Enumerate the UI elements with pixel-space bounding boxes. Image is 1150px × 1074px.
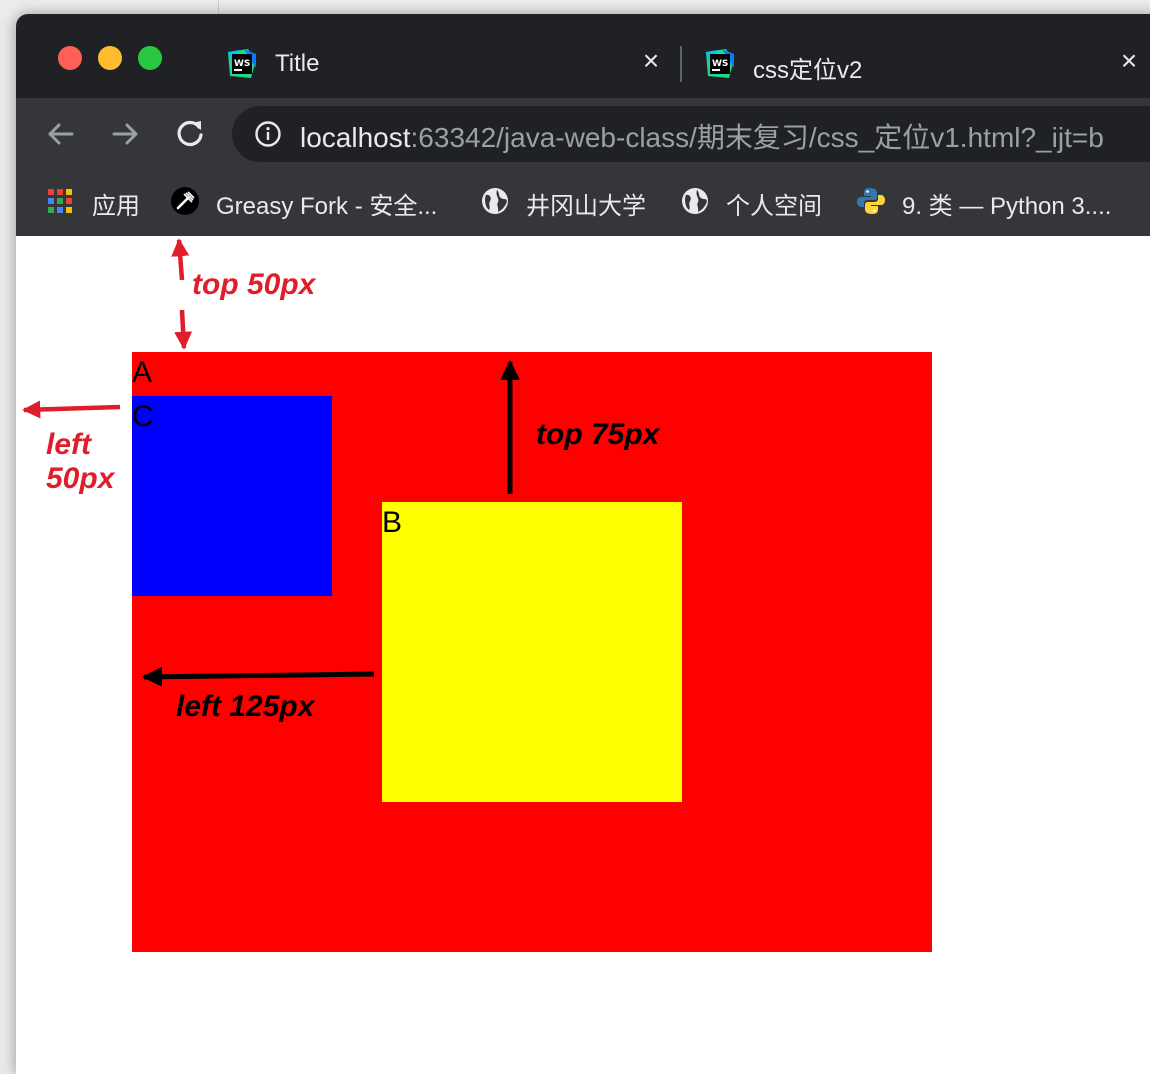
- reload-icon[interactable]: [170, 114, 210, 154]
- globe-icon: [682, 188, 708, 214]
- left-125px-arrow: [142, 666, 375, 687]
- minimize-window-button[interactable]: [98, 46, 122, 70]
- greasy-fork-icon: [171, 187, 199, 215]
- tab-divider: [680, 46, 682, 82]
- svg-text:WS: WS: [234, 59, 250, 69]
- svg-text:WS: WS: [712, 59, 728, 69]
- info-icon[interactable]: [254, 120, 282, 148]
- globe-icon: [482, 188, 508, 214]
- close-window-button[interactable]: [58, 46, 82, 70]
- tab-title[interactable]: WS Title ×: [226, 44, 674, 84]
- apps-grid-icon: [48, 189, 72, 213]
- webstorm-icon: WS: [706, 49, 734, 78]
- bookmarks-bar: 应用 Greasy Fork - 安全... 井冈山大学 个人空间 9. 类 —…: [16, 170, 1150, 237]
- back-arrow-icon[interactable]: [40, 114, 80, 154]
- navigation-toolbar: localhost:63342/java-web-class/期末复习/css_…: [16, 98, 1150, 170]
- left-50px-arrow: [22, 400, 121, 419]
- page-viewport: A C B top 50px left 50px top 75px left 1…: [16, 236, 1150, 1074]
- annotation-top-75px: top 75px: [536, 418, 660, 451]
- close-tab-icon[interactable]: ×: [638, 47, 664, 75]
- browser-window: WS Title × WS css定位v2 × localhost:63342/…: [16, 14, 1150, 1074]
- annotation-arrows: [22, 238, 520, 687]
- bookmark-label: 井冈山大学: [526, 193, 646, 220]
- bookmark-label: 个人空间: [726, 193, 822, 220]
- annotation-top-50px: top 50px: [192, 268, 316, 301]
- close-tab-icon[interactable]: ×: [1116, 47, 1142, 75]
- webstorm-icon: WS: [228, 49, 256, 78]
- maximize-window-button[interactable]: [138, 46, 162, 70]
- tab-strip: WS Title × WS css定位v2 ×: [16, 14, 1150, 98]
- bookmark-label: Greasy Fork - 安全...: [216, 193, 438, 220]
- forward-arrow-icon[interactable]: [106, 114, 146, 154]
- url-text: localhost:63342/java-web-class/期末复习/css_…: [300, 116, 1104, 156]
- bookmark-label: 9. 类 — Python 3....: [902, 193, 1112, 220]
- tab-title-label: css定位v2: [753, 57, 863, 84]
- address-bar[interactable]: localhost:63342/java-web-class/期末复习/css_…: [232, 106, 1150, 162]
- bookmark-label: 应用: [92, 193, 140, 220]
- annotation-left-50px: left 50px: [46, 428, 115, 495]
- python-icon: [857, 188, 885, 214]
- url-path: :63342/java-web-class/期末复习/css_定位v1.html…: [410, 122, 1104, 153]
- annotation-left-125px: left 125px: [176, 690, 315, 723]
- tab-title-label: Title: [275, 50, 320, 77]
- top-50px-arrow-down: [174, 309, 193, 350]
- top-50px-arrow-up: [171, 238, 190, 281]
- url-host: localhost: [300, 122, 411, 153]
- tab-css-v2[interactable]: WS css定位v2 ×: [704, 44, 1150, 84]
